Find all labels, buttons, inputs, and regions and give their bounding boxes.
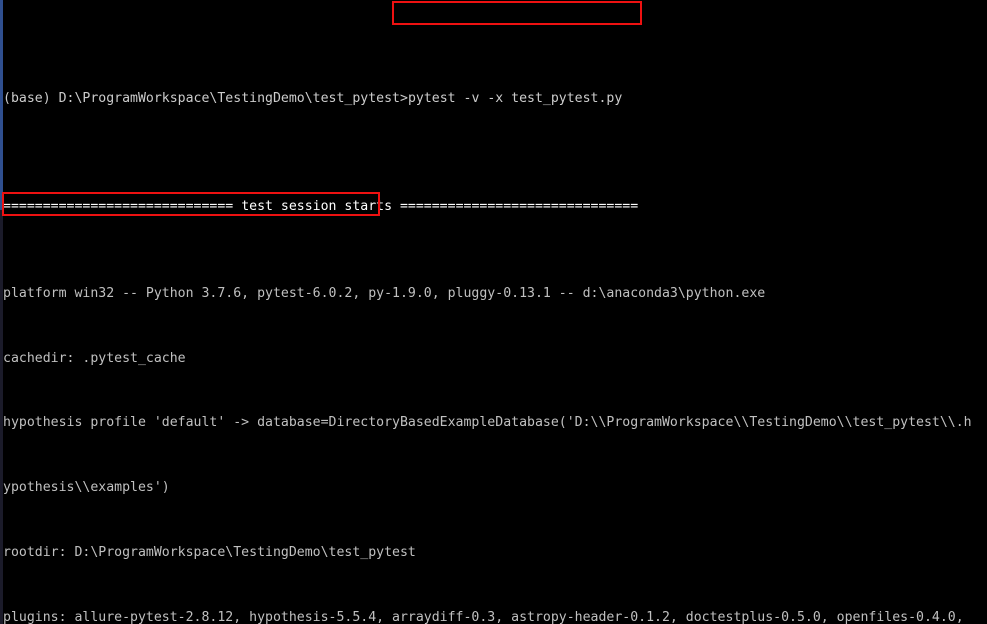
prompt-env: (base)	[3, 91, 59, 107]
command-input[interactable]: pytest -v -x test_pytest.py	[408, 91, 622, 106]
hypothesis-line-2: ypothesis\\examples')	[3, 480, 170, 496]
rule-left: =============================	[3, 199, 242, 215]
session-start-label: test session starts	[241, 199, 393, 215]
prompt-caret: >	[399, 91, 408, 107]
prompt-line: (base) D:\ProgramWorkspace\TestingDemo\t…	[3, 88, 987, 110]
hypothesis-line-1: hypothesis profile 'default' -> database…	[3, 415, 972, 431]
terminal-window[interactable]: (base) D:\ProgramWorkspace\TestingDemo\t…	[0, 0, 987, 624]
plugins-line-1: plugins: allure-pytest-2.8.12, hypothesi…	[3, 609, 964, 624]
cachedir-line: cachedir: .pytest_cache	[3, 350, 186, 366]
rootdir-line: rootdir: D:\ProgramWorkspace\TestingDemo…	[3, 544, 416, 560]
prompt-cwd: D:\ProgramWorkspace\TestingDemo\test_pyt…	[58, 91, 400, 107]
platform-line: platform win32 -- Python 3.7.6, pytest-6…	[3, 285, 766, 301]
session-start-rule: ============================= test sessi…	[3, 196, 987, 218]
rule-right: ==============================	[392, 199, 639, 215]
terminal-output: (base) D:\ProgramWorkspace\TestingDemo\t…	[3, 2, 987, 624]
